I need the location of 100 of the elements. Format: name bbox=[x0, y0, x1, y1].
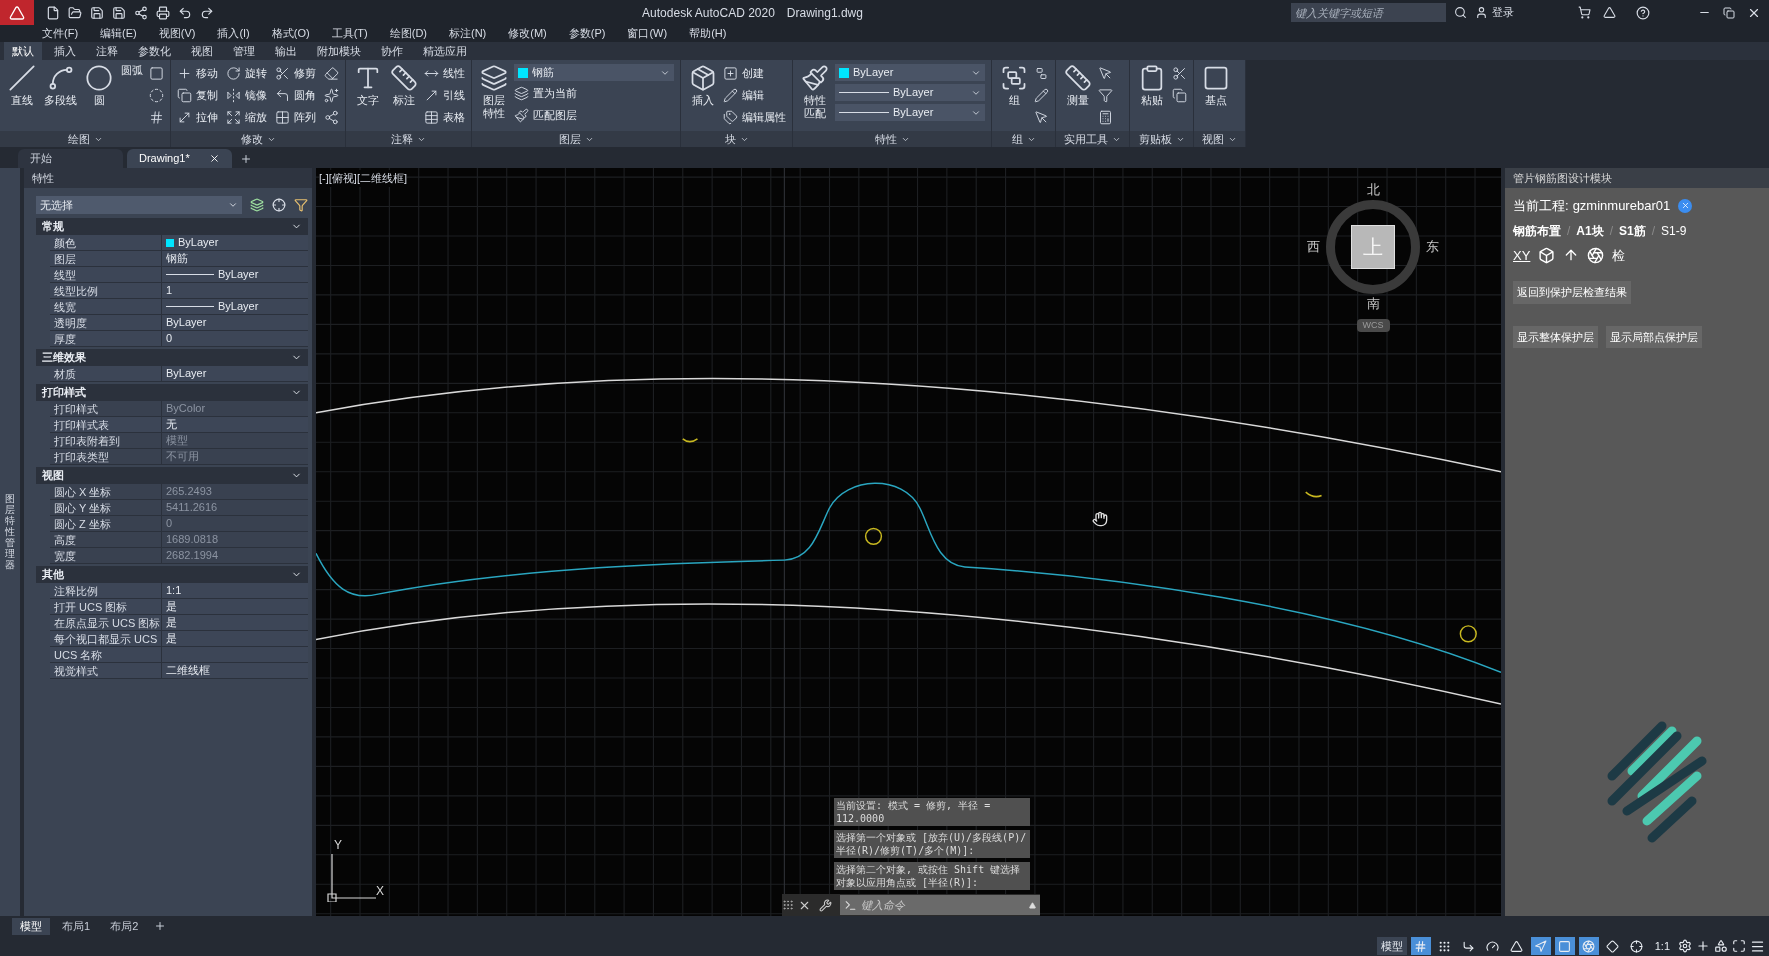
login-link[interactable]: 登录 bbox=[1492, 4, 1514, 21]
help-icon[interactable] bbox=[1636, 5, 1650, 20]
ribbon-tab[interactable]: 插入 bbox=[46, 42, 84, 60]
status-toggle[interactable] bbox=[1530, 937, 1551, 955]
print-icon[interactable] bbox=[156, 5, 170, 20]
search-field[interactable]: 键入关键字或短语 bbox=[1291, 3, 1446, 22]
tool-button[interactable] bbox=[149, 86, 164, 105]
tool-button[interactable] bbox=[1172, 64, 1187, 83]
ribbon-button[interactable]: 标注 bbox=[388, 64, 420, 131]
dropdown[interactable]: ByLayer bbox=[835, 84, 985, 101]
ribbon-button[interactable]: 编辑 bbox=[723, 86, 786, 105]
panel-title[interactable]: 实用工具 bbox=[1056, 131, 1129, 147]
ribbon-button[interactable]: 匹配图层 bbox=[514, 106, 674, 125]
ribbon-button[interactable]: 移动 bbox=[177, 64, 218, 83]
check-button[interactable]: 检 bbox=[1612, 245, 1626, 265]
tool-button[interactable] bbox=[1098, 86, 1113, 105]
ribbon-button[interactable]: 多段线 bbox=[42, 64, 79, 131]
tool-button[interactable] bbox=[1034, 86, 1049, 105]
breadcrumb-link[interactable]: 钢筋布置 bbox=[1513, 221, 1561, 240]
ribbon-button[interactable]: 直线 bbox=[6, 64, 38, 131]
grip-icon[interactable] bbox=[782, 899, 794, 911]
selection-dropdown[interactable]: 无选择 bbox=[36, 196, 242, 214]
shapes-icon[interactable] bbox=[1714, 939, 1728, 953]
crosshair-icon[interactable] bbox=[272, 198, 286, 212]
menu-item[interactable]: 文件(F) bbox=[42, 25, 79, 42]
dropdown[interactable]: ByLayer bbox=[835, 64, 985, 81]
ribbon-tab[interactable]: 默认 bbox=[4, 42, 42, 60]
ribbon-button[interactable]: 测量 bbox=[1062, 64, 1094, 131]
app-logo-button[interactable] bbox=[0, 0, 34, 25]
panel-title[interactable]: 组 bbox=[992, 131, 1055, 147]
add-tab-icon[interactable] bbox=[154, 920, 167, 932]
panel-title[interactable]: 块 bbox=[681, 131, 792, 147]
action-button[interactable]: 显示整体保护层 bbox=[1513, 325, 1598, 348]
tool-button[interactable] bbox=[1098, 108, 1113, 127]
section-header[interactable]: 视图 bbox=[36, 467, 308, 484]
tool-button[interactable] bbox=[324, 108, 339, 127]
fullscreen-icon[interactable] bbox=[1732, 939, 1746, 953]
panel-title[interactable]: 特性 bbox=[793, 131, 991, 147]
menu-item[interactable]: 参数(P) bbox=[568, 25, 606, 42]
clear-button[interactable] bbox=[1678, 198, 1693, 213]
ribbon-button[interactable]: 旋转 bbox=[226, 64, 267, 83]
menu-item[interactable]: 窗口(W) bbox=[627, 25, 668, 42]
ribbon-button[interactable]: 圆弧 bbox=[119, 64, 145, 131]
save-icon[interactable] bbox=[112, 5, 126, 20]
section-header[interactable]: 常规 bbox=[36, 218, 308, 235]
action-button[interactable]: 显示局部点保护层 bbox=[1606, 325, 1702, 348]
tool-button[interactable] bbox=[324, 86, 339, 105]
ribbon-button[interactable]: 创建 bbox=[723, 64, 786, 83]
breadcrumb-link[interactable]: S1筋 bbox=[1619, 221, 1646, 240]
ribbon-button[interactable]: 组 bbox=[998, 64, 1030, 131]
menu-item[interactable]: 帮助(H) bbox=[689, 25, 727, 42]
menu-item[interactable]: 格式(O) bbox=[271, 25, 310, 42]
ribbon-button[interactable]: 阵列 bbox=[275, 108, 316, 127]
ribbon-tab[interactable]: 参数化 bbox=[130, 42, 179, 60]
ribbon-tab[interactable]: 注释 bbox=[88, 42, 126, 60]
model-space-button[interactable]: 模型 bbox=[1376, 937, 1407, 955]
dropdown[interactable]: ByLayer bbox=[835, 104, 985, 121]
side-strip[interactable]: 图层特性管理器 bbox=[0, 168, 20, 916]
menu-item[interactable]: 编辑(E) bbox=[100, 25, 137, 42]
search-icon[interactable] bbox=[1454, 6, 1467, 19]
filter-icon[interactable] bbox=[294, 198, 308, 212]
ribbon-button[interactable]: 基点 bbox=[1200, 64, 1232, 131]
menu-item[interactable]: 插入(I) bbox=[217, 25, 250, 42]
panel-title[interactable]: 绘图 bbox=[0, 131, 170, 147]
command-field[interactable]: 键入命令 bbox=[840, 895, 1040, 915]
aperture-icon[interactable] bbox=[1587, 246, 1605, 264]
ribbon-button[interactable]: 文字 bbox=[352, 64, 384, 131]
panel-title[interactable]: 剪贴板 bbox=[1130, 131, 1193, 147]
layout-tab[interactable]: 布局1 bbox=[54, 917, 99, 935]
file-icon[interactable] bbox=[46, 5, 60, 20]
ribbon-tab[interactable]: 附加模块 bbox=[309, 42, 369, 60]
ribbon-button[interactable]: 缩放 bbox=[226, 108, 267, 127]
ribbon-tab[interactable]: 协作 bbox=[373, 42, 411, 60]
xy-plane-button[interactable]: XY bbox=[1513, 245, 1531, 265]
layout-tab[interactable]: 模型 bbox=[12, 917, 50, 935]
breadcrumb-link[interactable]: S1-9 bbox=[1661, 221, 1687, 240]
ribbon-button[interactable]: 修剪 bbox=[275, 64, 316, 83]
drawing-canvas[interactable]: [-][俯视][二维线框] 北 西 上 东 南 WCS Y X 当前设置: 模式 = 修剪, 半径 = 112.0000 选择第一个对象或 [放弃(U)/多段线(P)/半径(R)/修剪(T)/多个(M)]: 选择第二个对象, 或按住 Shift 键选择对象以应用角点或 [半径(R)]: 键入命令 bbox=[316, 168, 1501, 916]
cube-icon[interactable] bbox=[1538, 246, 1556, 264]
breadcrumb-link[interactable]: A1块 bbox=[1576, 221, 1604, 240]
plus-icon[interactable] bbox=[1696, 939, 1710, 953]
status-toggle[interactable] bbox=[1410, 937, 1431, 955]
ribbon-tab[interactable]: 视图 bbox=[183, 42, 221, 60]
ribbon-button[interactable]: 插入 bbox=[687, 64, 719, 131]
cart-icon[interactable] bbox=[1578, 6, 1591, 19]
ribbon-button[interactable]: 引线 bbox=[424, 86, 465, 105]
ribbon-button[interactable]: 拉伸 bbox=[177, 108, 218, 127]
ribbon-tab[interactable]: 输出 bbox=[267, 42, 305, 60]
ribbon-tab[interactable]: 管理 bbox=[225, 42, 263, 60]
ribbon-button[interactable]: 置为当前 bbox=[514, 84, 674, 103]
panel-title[interactable]: 视图 bbox=[1194, 131, 1245, 147]
section-header[interactable]: 三维效果 bbox=[36, 349, 308, 366]
wrench-icon[interactable] bbox=[819, 898, 832, 912]
tool-button[interactable] bbox=[149, 64, 164, 83]
tool-button[interactable] bbox=[149, 108, 164, 127]
ribbon-button[interactable]: 镜像 bbox=[226, 86, 267, 105]
layers-icon[interactable] bbox=[250, 198, 264, 212]
annotation-scale-button[interactable]: 1:1 bbox=[1650, 937, 1674, 955]
file-tab[interactable]: 开始 bbox=[18, 149, 123, 168]
status-toggle[interactable] bbox=[1554, 937, 1575, 955]
